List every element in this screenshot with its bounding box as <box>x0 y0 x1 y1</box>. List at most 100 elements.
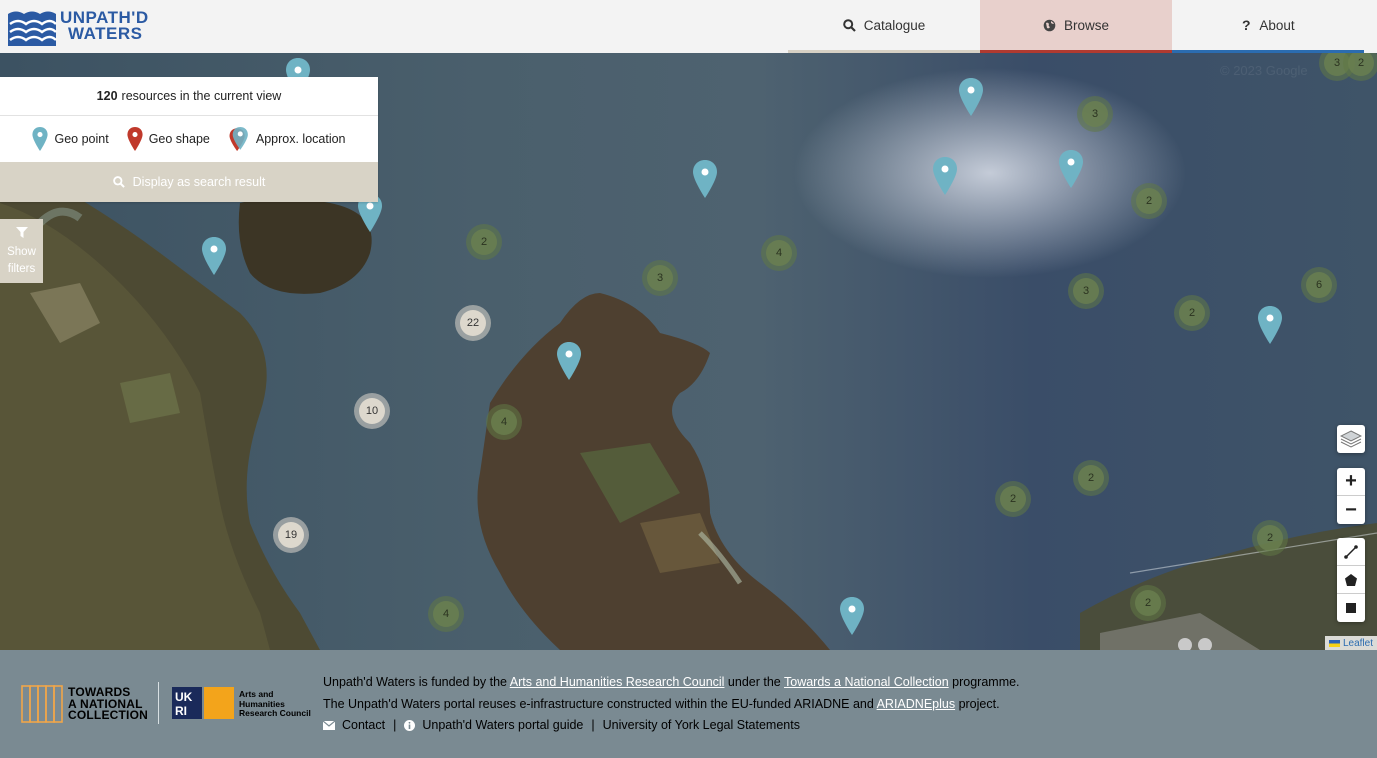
geo-point-marker[interactable] <box>1258 306 1282 344</box>
cluster-count: 10 <box>359 398 385 424</box>
nav-about[interactable]: ? About <box>1172 0 1364 53</box>
nav-catalogue-label: Catalogue <box>863 17 926 33</box>
cluster-count: 3 <box>647 265 673 291</box>
cluster-count: 4 <box>491 409 517 435</box>
legal-statements-link[interactable]: University of York Legal Statements <box>603 718 800 732</box>
geo-point-marker[interactable] <box>840 597 864 635</box>
show-filters-button[interactable]: Show filters <box>0 219 43 283</box>
ariadneplus-link[interactable]: ARIADNEplus <box>877 697 956 711</box>
marker-cluster[interactable]: 4 <box>486 404 522 440</box>
legend-approx-location: Approx. location <box>228 127 346 151</box>
towards-national-collection-logo[interactable] <box>20 683 64 725</box>
layers-button[interactable] <box>1337 425 1365 453</box>
logo-line2: WATERS <box>68 24 143 43</box>
cluster-count: 2 <box>1135 590 1161 616</box>
logo-wordmark[interactable]: UNPATH'D WATERS <box>60 9 149 43</box>
search-icon <box>842 18 856 32</box>
geo-point-icon <box>32 127 49 151</box>
legend-geo-point: Geo point <box>32 127 109 151</box>
draw-polygon-button[interactable] <box>1337 566 1365 594</box>
question-icon: ? <box>1242 18 1251 32</box>
layers-icon <box>1340 430 1362 448</box>
cluster-count: 19 <box>278 522 304 548</box>
resource-count-suffix: resources in the current view <box>121 89 282 103</box>
footer-separator: | <box>591 718 595 732</box>
ahrc-link[interactable]: Arts and Humanities Research Council <box>510 675 725 689</box>
marker-cluster[interactable]: 2 <box>1252 520 1288 556</box>
portal-guide-link[interactable]: Unpath'd Waters portal guide <box>422 718 583 732</box>
tanc-link[interactable]: Towards a National Collection <box>784 675 949 689</box>
marker-cluster[interactable]: 22 <box>455 305 491 341</box>
marker-cluster[interactable]: 2 <box>466 224 502 260</box>
cluster-count: 22 <box>460 310 486 336</box>
minus-icon: − <box>1345 498 1357 521</box>
draw-control <box>1337 538 1365 622</box>
marker-cluster[interactable]: 3 <box>1077 96 1113 132</box>
zoom-control: + − <box>1337 468 1365 524</box>
plus-icon: + <box>1345 470 1357 492</box>
nav-browse-label: Browse <box>1063 17 1109 33</box>
polyline-icon <box>1344 544 1358 559</box>
geo-point-marker[interactable] <box>933 157 957 195</box>
cluster-count: 4 <box>433 601 459 627</box>
geo-point-marker[interactable] <box>1059 150 1083 188</box>
marker-cluster[interactable]: 2 <box>1073 460 1109 496</box>
marker-cluster[interactable]: 4 <box>761 235 797 271</box>
cluster-count: 2 <box>1078 465 1104 491</box>
zoom-out-button[interactable]: − <box>1337 496 1365 524</box>
info-icon <box>404 719 416 731</box>
cluster-count: 2 <box>1179 300 1205 326</box>
svg-text:UK: UK <box>175 690 193 704</box>
marker-cluster[interactable]: 4 <box>428 596 464 632</box>
layers-control[interactable] <box>1337 425 1365 453</box>
marker-cluster[interactable]: 2 <box>1130 585 1166 621</box>
search-icon <box>112 176 125 188</box>
marker-cluster[interactable]: 3 <box>1068 273 1104 309</box>
cluster-count: 2 <box>1348 53 1374 76</box>
cluster-count: 4 <box>766 240 792 266</box>
cluster-count: 3 <box>1082 101 1108 127</box>
marker-cluster[interactable]: 6 <box>1301 267 1337 303</box>
cluster-count: 6 <box>1306 272 1332 298</box>
geo-point-marker[interactable] <box>557 342 581 380</box>
nav-about-label: About <box>1259 17 1295 33</box>
ukraine-flag-icon <box>1328 639 1340 647</box>
ukri-logo[interactable]: UK RI <box>172 687 234 719</box>
approx-location-icon <box>229 127 248 151</box>
zoom-in-button[interactable]: + <box>1337 468 1365 496</box>
marker-cluster[interactable]: 2 <box>1174 295 1210 331</box>
footer-links: Contact | Unpath'd Waters portal guide |… <box>323 718 800 732</box>
nav-catalogue[interactable]: Catalogue <box>788 0 980 53</box>
marker-cluster[interactable]: 2 <box>995 481 1031 517</box>
polygon-icon <box>1345 573 1357 586</box>
site-header: UNPATH'D WATERS Catalogue Browse ? About <box>0 0 1377 53</box>
marker-cluster[interactable]: 3 <box>642 260 678 296</box>
display-as-search-result-button[interactable]: Display as search result <box>0 162 378 202</box>
geo-shape-icon <box>127 127 143 151</box>
draw-polyline-button[interactable] <box>1337 538 1365 566</box>
cluster-count: 3 <box>1073 278 1099 304</box>
marker-cluster[interactable]: 19 <box>273 517 309 553</box>
nav-browse[interactable]: Browse <box>980 0 1172 53</box>
geo-point-marker[interactable] <box>202 237 226 275</box>
marker-legend: Geo point Geo shape Approx. location <box>0 116 378 162</box>
contact-link[interactable]: Contact <box>342 718 385 732</box>
rectangle-icon <box>1346 603 1356 613</box>
geo-point-marker[interactable] <box>693 160 717 198</box>
marker-cluster[interactable]: 10 <box>354 393 390 429</box>
svg-text:?: ? <box>1242 18 1251 32</box>
map-watermark: © 2023 Google <box>1220 63 1308 78</box>
cluster-count: 2 <box>471 229 497 255</box>
infrastructure-statement: The Unpath'd Waters portal reuses e-infr… <box>323 697 1000 711</box>
resource-count-number: 120 <box>96 89 118 103</box>
globe-icon <box>1043 19 1056 31</box>
cluster-count: 2 <box>1000 486 1026 512</box>
geo-point-marker[interactable] <box>959 78 983 116</box>
filter-icon <box>15 227 28 238</box>
footer-separator: | <box>393 718 397 732</box>
leaflet-attribution[interactable]: Leaflet <box>1324 636 1377 650</box>
marker-cluster[interactable]: 2 <box>1131 183 1167 219</box>
cluster-count: 2 <box>1136 188 1162 214</box>
footer-divider <box>158 682 159 724</box>
draw-rectangle-button[interactable] <box>1337 594 1365 622</box>
